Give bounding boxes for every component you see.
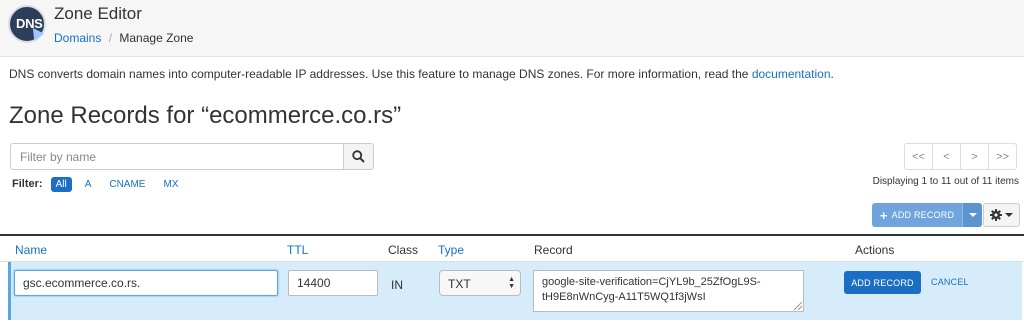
description-text: DNS converts domain names into computer-… [9, 67, 752, 81]
add-record-label: ADD RECORD [891, 210, 955, 220]
new-record-row: IN TXT ▲▼ google-site-verification=CjYL9… [8, 262, 1022, 320]
save-record-button[interactable]: ADD RECORD [844, 271, 921, 294]
breadcrumb-domains-link[interactable]: Domains [54, 31, 101, 45]
column-name[interactable]: Name [15, 243, 47, 257]
page-description: DNS converts domain names into computer-… [9, 67, 834, 81]
record-name-input[interactable] [14, 270, 278, 296]
filter-label: Filter: [12, 178, 43, 190]
add-record-dropdown-toggle[interactable] [962, 203, 982, 227]
column-record: Record [534, 243, 573, 257]
settings-dropdown-button[interactable] [983, 203, 1020, 227]
page-title: Zone Records for “ecommerce.co.rs” [9, 102, 402, 129]
documentation-link[interactable]: documentation [752, 67, 831, 81]
pagination-summary: Displaying 1 to 11 out of 11 items [872, 176, 1019, 187]
chevron-down-icon [1005, 213, 1013, 217]
record-type-value: TXT [448, 277, 471, 291]
column-ttl[interactable]: TTL [287, 243, 308, 257]
next-page-button[interactable]: > [960, 143, 989, 170]
add-record-button[interactable]: + ADD RECORD [872, 203, 962, 227]
filter-a[interactable]: A [80, 177, 97, 192]
gear-icon [990, 209, 1002, 221]
add-record-group: + ADD RECORD [872, 203, 982, 227]
filter-cname[interactable]: CNAME [104, 177, 150, 192]
header-divider [0, 56, 1024, 57]
resize-handle-icon[interactable] [794, 302, 802, 310]
column-actions: Actions [855, 243, 895, 257]
prev-page-button[interactable]: < [932, 143, 961, 170]
select-arrows-icon: ▲ ▼ [508, 276, 515, 290]
filter-by-name-input[interactable] [10, 143, 344, 170]
app-header: DNS Zone Editor Domains / Manage Zone [0, 0, 1024, 56]
plus-icon: + [879, 207, 888, 223]
column-class: Class [388, 243, 419, 257]
first-page-button[interactable]: << [904, 143, 933, 170]
last-page-button[interactable]: >> [988, 143, 1017, 170]
record-ttl-input[interactable] [288, 270, 378, 296]
column-type[interactable]: Type [438, 243, 464, 257]
filter-all[interactable]: All [50, 176, 72, 192]
filter-mx[interactable]: MX [158, 177, 183, 192]
description-suffix: . [830, 67, 834, 81]
app-title: Zone Editor [54, 4, 142, 23]
record-class: IN [391, 278, 403, 292]
chevron-down-icon [968, 213, 977, 217]
zone-editor-app-icon: DNS [8, 5, 46, 43]
records-table-header: Name TTL Class Type Record Actions [0, 234, 1024, 262]
breadcrumb-separator: / [108, 31, 113, 45]
search-icon [352, 150, 365, 163]
pagination: << < > >> [904, 143, 1017, 170]
breadcrumb: Domains / Manage Zone [54, 31, 193, 45]
record-type-filter: Filter: All A CNAME MX [12, 176, 191, 192]
search-group [10, 143, 374, 170]
breadcrumb-current: Manage Zone [119, 31, 194, 45]
search-button[interactable] [343, 143, 374, 170]
record-value-textarea[interactable]: google-site-verification=CjYL9b_25ZfOgL9… [533, 270, 804, 312]
record-type-select[interactable]: TXT ▲ ▼ [439, 270, 521, 296]
cancel-button[interactable]: CANCEL [931, 277, 969, 287]
